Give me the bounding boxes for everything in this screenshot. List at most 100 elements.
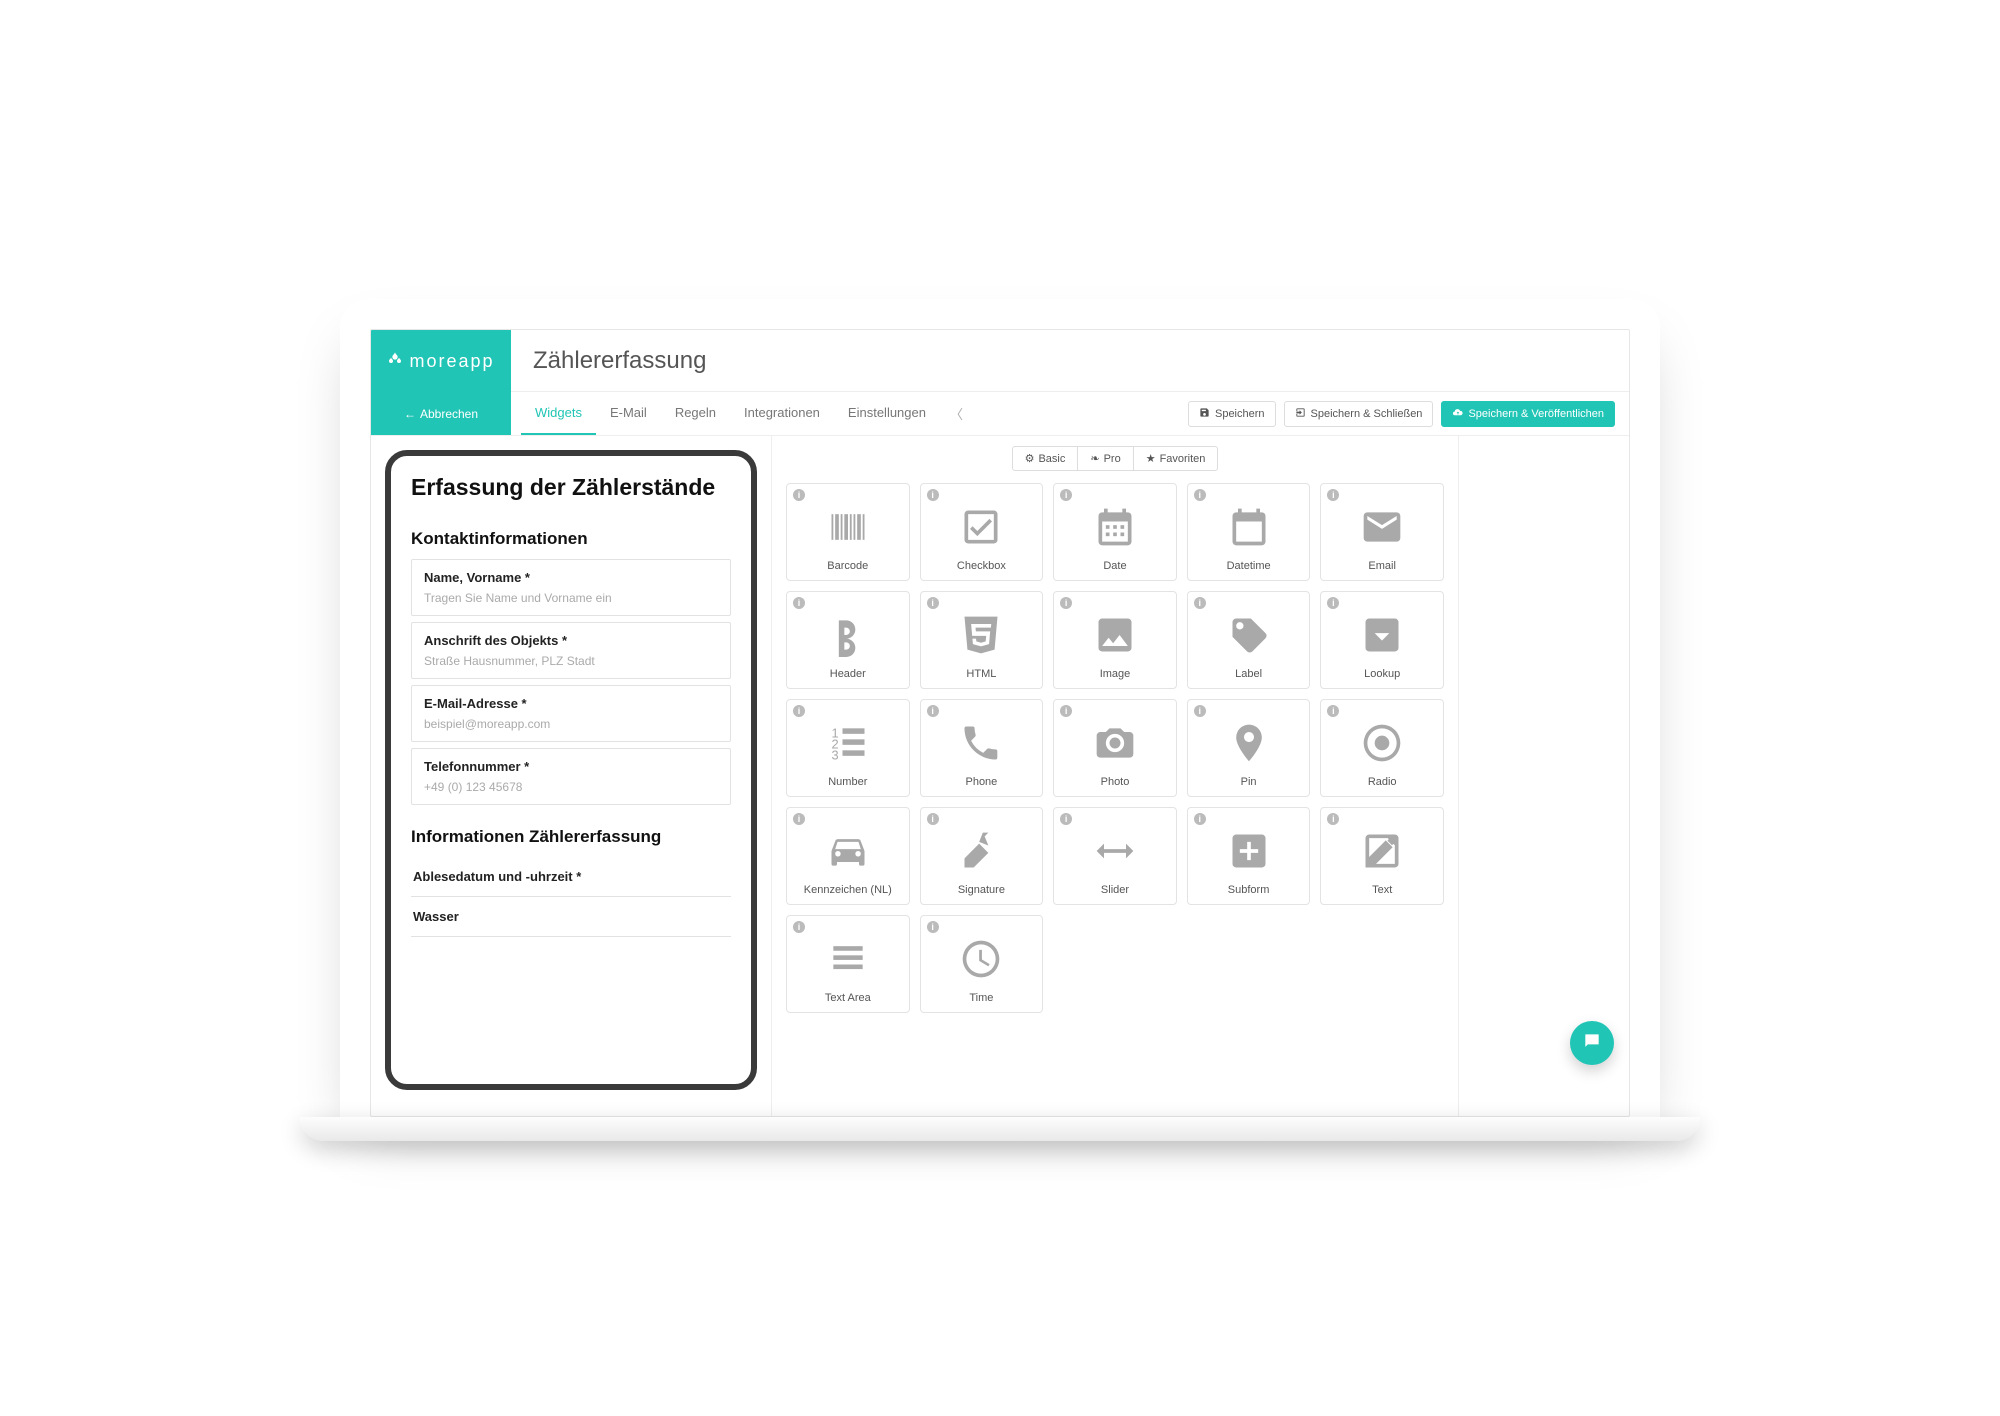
info-icon[interactable]: i — [793, 597, 805, 609]
tab-regeln[interactable]: Regeln — [661, 392, 730, 435]
cancel-button[interactable]: ← Abbrechen — [371, 392, 511, 435]
tab-einstellungen[interactable]: Einstellungen — [834, 392, 940, 435]
save-publish-button[interactable]: Speichern & Veröffentlichen — [1441, 401, 1615, 427]
widget-car[interactable]: i Kennzeichen (NL) — [786, 807, 910, 905]
widgets-column: ⚙Basic❧Pro★Favoriten iBarcode i Checkbox i D… — [771, 436, 1459, 1116]
widget-checkbox[interactable]: i Checkbox — [920, 483, 1044, 581]
brand-text: moreapp — [409, 351, 494, 372]
widget-label: Kennzeichen (NL) — [804, 884, 892, 896]
widget-label: Email — [1368, 560, 1396, 572]
preview-column: Erfassung der Zählerstände Kontaktinform… — [371, 436, 771, 1116]
tab-integrationen[interactable]: Integrationen — [730, 392, 834, 435]
filter-icon: ⚙ — [1025, 452, 1035, 465]
widget-label: Slider — [1101, 884, 1129, 896]
phone-icon — [959, 712, 1003, 774]
page-title: Zählererfassung — [511, 330, 1629, 392]
datetime-icon — [1227, 496, 1271, 558]
save-button[interactable]: Speichern — [1188, 401, 1276, 427]
info-icon[interactable]: i — [927, 597, 939, 609]
info-icon[interactable]: i — [927, 921, 939, 933]
widget-number[interactable]: i123Number — [786, 699, 910, 797]
info-icon[interactable]: i — [1327, 705, 1339, 717]
widget-label: Datetime — [1227, 560, 1271, 572]
widget-pin[interactable]: iPin — [1187, 699, 1311, 797]
widget-phone[interactable]: iPhone — [920, 699, 1044, 797]
chat-icon — [1582, 1031, 1602, 1056]
widget-header[interactable]: i Header — [786, 591, 910, 689]
lookup-icon — [1360, 604, 1404, 666]
info-icon[interactable]: i — [793, 705, 805, 717]
filter-tab-basic[interactable]: ⚙Basic — [1012, 446, 1079, 471]
info-icon[interactable]: i — [1060, 813, 1072, 825]
widget-lookup[interactable]: iLookup — [1320, 591, 1444, 689]
info-icon[interactable]: i — [927, 813, 939, 825]
brand-logo[interactable]: moreapp — [371, 330, 511, 392]
widget-signature[interactable]: i Signature — [920, 807, 1044, 905]
tab-widgets[interactable]: Widgets — [521, 392, 596, 435]
save-publish-label: Speichern & Veröffentlichen — [1468, 408, 1604, 420]
info-icon[interactable]: i — [1060, 597, 1072, 609]
widget-time[interactable]: iTime — [920, 915, 1044, 1013]
widget-label: Signature — [958, 884, 1005, 896]
info-icon[interactable]: i — [1327, 813, 1339, 825]
slider-icon — [1093, 820, 1137, 882]
info-icon[interactable]: i — [793, 921, 805, 933]
text-icon — [1360, 820, 1404, 882]
info-icon[interactable]: i — [1327, 489, 1339, 501]
widget-label[interactable]: iLabel — [1187, 591, 1311, 689]
form-field[interactable]: Ablesedatum und -uhrzeit * — [411, 857, 731, 897]
widget-text[interactable]: i Text — [1320, 807, 1444, 905]
info-icon[interactable]: i — [1194, 489, 1206, 501]
tab-e-mail[interactable]: E-Mail — [596, 392, 661, 435]
field-label: Name, Vorname * — [424, 570, 718, 585]
field-label: Telefonnummer * — [424, 759, 718, 774]
form-field[interactable]: Wasser — [411, 897, 731, 937]
workspace: Erfassung der Zählerstände Kontaktinform… — [371, 436, 1629, 1116]
chat-fab[interactable] — [1570, 1021, 1614, 1065]
form-field[interactable]: Telefonnummer *+49 (0) 123 45678 — [411, 748, 731, 805]
widget-label: Photo — [1101, 776, 1130, 788]
image-icon — [1093, 604, 1137, 666]
form-field[interactable]: E-Mail-Adresse *beispiel@moreapp.com — [411, 685, 731, 742]
radio-icon — [1360, 712, 1404, 774]
widget-label: Checkbox — [957, 560, 1006, 572]
number-icon: 123 — [826, 712, 870, 774]
filter-tab-pro[interactable]: ❧Pro — [1078, 446, 1133, 471]
html-icon — [959, 604, 1003, 666]
widget-email[interactable]: i Email — [1320, 483, 1444, 581]
brand-icon — [387, 351, 403, 372]
widget-label: Header — [830, 668, 866, 680]
save-close-button[interactable]: Speichern & Schließen — [1284, 401, 1434, 427]
widget-radio[interactable]: i Radio — [1320, 699, 1444, 797]
widget-textarea[interactable]: iText Area — [786, 915, 910, 1013]
svg-text:3: 3 — [831, 748, 838, 763]
widget-photo[interactable]: i Photo — [1053, 699, 1177, 797]
subform-icon — [1227, 820, 1271, 882]
widget-slider[interactable]: i Slider — [1053, 807, 1177, 905]
info-icon[interactable]: i — [1060, 489, 1072, 501]
widget-barcode[interactable]: iBarcode — [786, 483, 910, 581]
save-close-label: Speichern & Schließen — [1311, 408, 1423, 420]
tabs-collapse-arrow[interactable]: 〈 — [940, 392, 973, 435]
info-icon[interactable]: i — [1327, 597, 1339, 609]
widget-subform[interactable]: iSubform — [1187, 807, 1311, 905]
info-icon[interactable]: i — [1194, 597, 1206, 609]
pin-icon — [1227, 712, 1271, 774]
widget-datetime[interactable]: i Datetime — [1187, 483, 1311, 581]
info-icon[interactable]: i — [1194, 705, 1206, 717]
info-icon[interactable]: i — [793, 813, 805, 825]
form-field[interactable]: Anschrift des Objekts *Straße Hausnummer… — [411, 622, 731, 679]
widget-image[interactable]: iImage — [1053, 591, 1177, 689]
info-icon[interactable]: i — [1060, 705, 1072, 717]
widget-label: Radio — [1368, 776, 1397, 788]
widget-label: Date — [1103, 560, 1126, 572]
widget-date[interactable]: i Date — [1053, 483, 1177, 581]
widget-html[interactable]: iHTML — [920, 591, 1044, 689]
form-field[interactable]: Name, Vorname *Tragen Sie Name und Vorna… — [411, 559, 731, 616]
info-icon[interactable]: i — [927, 489, 939, 501]
info-icon[interactable]: i — [927, 705, 939, 717]
info-icon[interactable]: i — [793, 489, 805, 501]
widget-label: Text — [1372, 884, 1392, 896]
info-icon[interactable]: i — [1194, 813, 1206, 825]
filter-tab-favoriten[interactable]: ★Favoriten — [1134, 446, 1219, 471]
